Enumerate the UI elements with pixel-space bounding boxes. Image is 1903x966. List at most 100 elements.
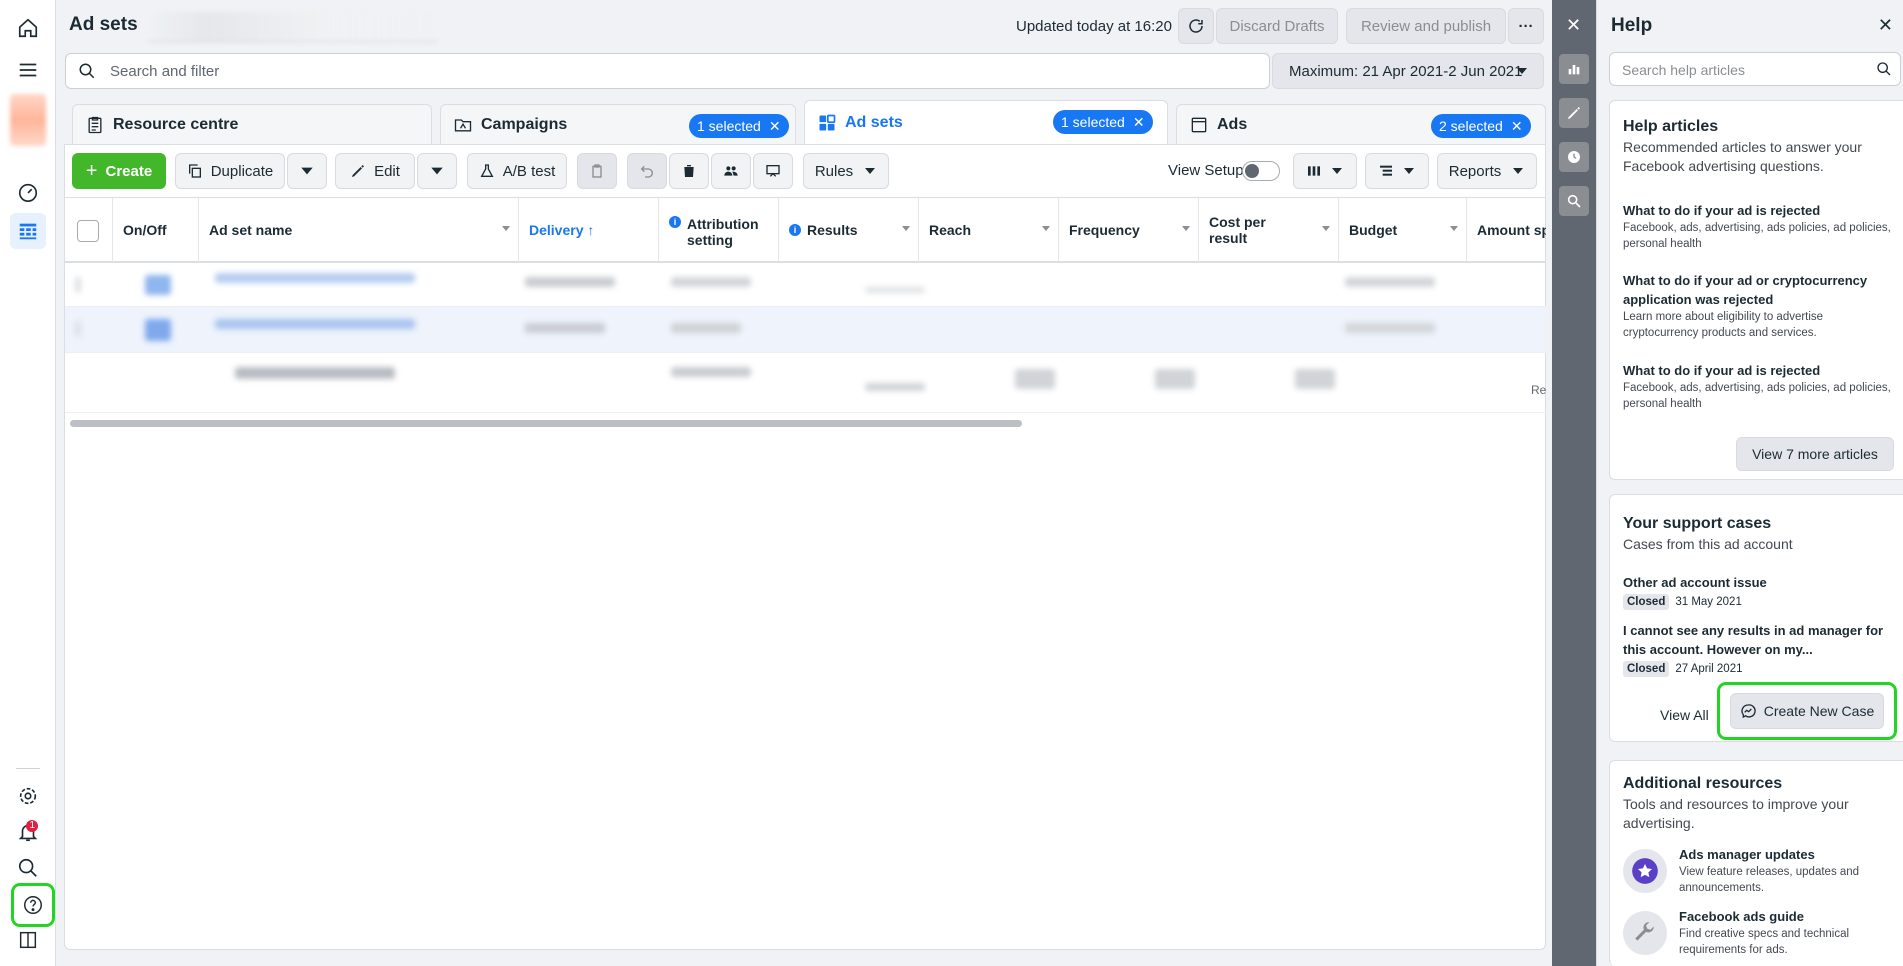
search-input[interactable]: Search and filter — [110, 63, 219, 80]
dashboard-icon[interactable] — [10, 174, 46, 210]
article-desc: Learn more about eligibility to advertis… — [1623, 311, 1824, 339]
campaigns-selected-pill[interactable]: 1 selected ✕ — [689, 114, 789, 138]
column-delivery[interactable]: Delivery ↑ — [519, 198, 659, 262]
zoom-inspect-icon[interactable] — [1559, 186, 1589, 216]
support-case-item[interactable]: Other ad account issue Closed 31 May 2021 — [1623, 573, 1898, 610]
create-button[interactable]: + Create — [72, 153, 166, 189]
column-frequency[interactable]: Frequency — [1059, 198, 1199, 262]
ads-selected-pill[interactable]: 2 selected ✕ — [1431, 114, 1531, 138]
view-more-articles-button[interactable]: View 7 more articles — [1736, 437, 1894, 471]
nav-divider — [16, 768, 40, 769]
paste-button[interactable] — [577, 153, 617, 189]
column-results[interactable]: i Results — [779, 198, 919, 262]
help-icon[interactable] — [11, 883, 55, 927]
ad-sets-selected-pill[interactable]: 1 selected ✕ — [1053, 110, 1153, 134]
clear-selection-icon[interactable]: ✕ — [1511, 118, 1523, 135]
column-amount-spent[interactable]: Amount spe — [1467, 198, 1546, 262]
chart-icon[interactable] — [1559, 54, 1589, 84]
ab-test-button[interactable]: A/B test — [467, 153, 567, 189]
tab-ads[interactable]: Ads 2 selected ✕ — [1176, 104, 1546, 144]
duplicate-label: Duplicate — [210, 162, 274, 180]
page-title: Ad sets — [69, 14, 138, 35]
tab-campaigns[interactable]: Campaigns 1 selected ✕ — [440, 104, 796, 144]
toggle-knob — [1245, 164, 1259, 178]
case-title: Other ad account issue — [1623, 575, 1767, 590]
view-setup-toggle[interactable] — [1242, 161, 1280, 181]
tab-resource-centre[interactable]: Resource centre — [72, 104, 432, 144]
date-range-picker[interactable]: Maximum: 21 Apr 2021-2 Jun 2021 — [1272, 53, 1544, 89]
ads-manager-table-icon[interactable] — [10, 213, 46, 249]
duplicate-icon — [188, 164, 201, 178]
clear-selection-icon[interactable]: ✕ — [1133, 114, 1145, 131]
rules-button[interactable]: Rules — [803, 153, 889, 189]
column-on-off[interactable]: On/Off — [113, 198, 199, 262]
help-article-link[interactable]: What to do if your ad or cryptocurrency … — [1623, 271, 1893, 341]
article-desc: Facebook, ads, advertising, ads policies… — [1623, 222, 1891, 250]
support-case-item[interactable]: I cannot see any results in ad manager f… — [1623, 621, 1898, 677]
close-panel-icon[interactable]: ✕ — [1566, 16, 1581, 34]
table-header: On/Off Ad set name Delivery ↑ i Attributi… — [65, 197, 1546, 263]
table-row[interactable] — [65, 263, 1546, 307]
search-icon[interactable] — [10, 850, 46, 886]
article-title: What to do if your ad is rejected — [1623, 203, 1821, 218]
column-ad-set-name[interactable]: Ad set name — [199, 198, 519, 262]
column-budget[interactable]: Budget — [1339, 198, 1467, 262]
delete-button[interactable] — [669, 153, 709, 189]
column-label: On/Off — [123, 222, 167, 238]
column-cost-per-result[interactable]: Cost per result — [1199, 198, 1339, 262]
duplicate-button[interactable]: Duplicate — [175, 153, 285, 189]
horizontal-scrollbar[interactable] — [70, 420, 1022, 427]
article-title: What to do if your ad is rejected — [1623, 363, 1821, 378]
discard-drafts-button[interactable]: Discard Drafts — [1216, 8, 1338, 44]
column-attribution-setting[interactable]: i Attribution setting — [659, 198, 779, 262]
resource-item[interactable]: Facebook ads guide Find creative specs a… — [1623, 909, 1898, 957]
people-icon — [724, 166, 738, 176]
column-reach[interactable]: Reach — [919, 198, 1059, 262]
view-all-cases-link[interactable]: View All — [1660, 707, 1709, 723]
info-icon[interactable]: i — [669, 216, 681, 228]
columns-button[interactable] — [1293, 153, 1357, 189]
account-avatar[interactable] — [10, 94, 46, 146]
column-label: Cost per result — [1209, 214, 1266, 246]
help-search-input[interactable]: Search help articles — [1609, 52, 1901, 86]
duplicate-dropdown-button[interactable] — [287, 153, 327, 189]
side-panel-toggle-icon[interactable] — [10, 922, 46, 958]
more-options-button[interactable]: ··· — [1508, 8, 1544, 44]
notifications-bell-icon[interactable]: 1 — [10, 814, 46, 850]
ab-test-label: A/B test — [502, 162, 556, 180]
sort-caret-icon — [902, 226, 910, 231]
refresh-button[interactable] — [1178, 8, 1214, 44]
table-row[interactable] — [65, 307, 1546, 353]
pencil-icon[interactable] — [1559, 98, 1589, 128]
campaign-name-field[interactable] — [148, 12, 438, 42]
edit-button[interactable]: Edit — [335, 153, 415, 189]
create-new-case-button[interactable]: Create New Case — [1730, 693, 1884, 729]
clock-icon[interactable] — [1559, 142, 1589, 172]
menu-icon[interactable] — [10, 52, 46, 88]
info-icon[interactable]: i — [789, 224, 801, 236]
edit-dropdown-button[interactable] — [417, 153, 457, 189]
resource-icon-circle — [1623, 849, 1667, 893]
support-cases-title: Your support cases — [1623, 515, 1772, 532]
help-article-link[interactable]: What to do if your ad is rejected Faceboo… — [1623, 201, 1893, 252]
audience-button[interactable] — [711, 153, 751, 189]
chevron-down-icon — [865, 168, 876, 174]
help-search-placeholder: Search help articles — [1622, 62, 1745, 78]
undo-button[interactable] — [627, 153, 667, 189]
reports-button[interactable]: Reports — [1437, 153, 1537, 189]
select-all-checkbox[interactable] — [77, 220, 99, 242]
help-article-link[interactable]: What to do if your ad is rejected Faceboo… — [1623, 361, 1893, 412]
breakdown-button[interactable] — [1365, 153, 1429, 189]
sort-caret-icon — [502, 226, 510, 231]
case-status-badge: Closed — [1623, 594, 1670, 610]
resource-item[interactable]: Ads manager updates View feature release… — [1623, 847, 1898, 895]
gear-icon[interactable] — [10, 778, 46, 814]
home-icon[interactable] — [10, 10, 46, 46]
review-publish-button[interactable]: Review and publish — [1346, 8, 1506, 44]
preview-button[interactable] — [753, 153, 793, 189]
clear-selection-icon[interactable]: ✕ — [769, 118, 781, 135]
help-panel: Help ✕ Search help articles Help article… — [1596, 0, 1903, 966]
close-icon[interactable]: ✕ — [1878, 16, 1893, 34]
tab-ad-sets[interactable]: Ad sets 1 selected ✕ — [804, 100, 1168, 144]
search-filter-bar[interactable]: Search and filter — [65, 53, 1270, 89]
